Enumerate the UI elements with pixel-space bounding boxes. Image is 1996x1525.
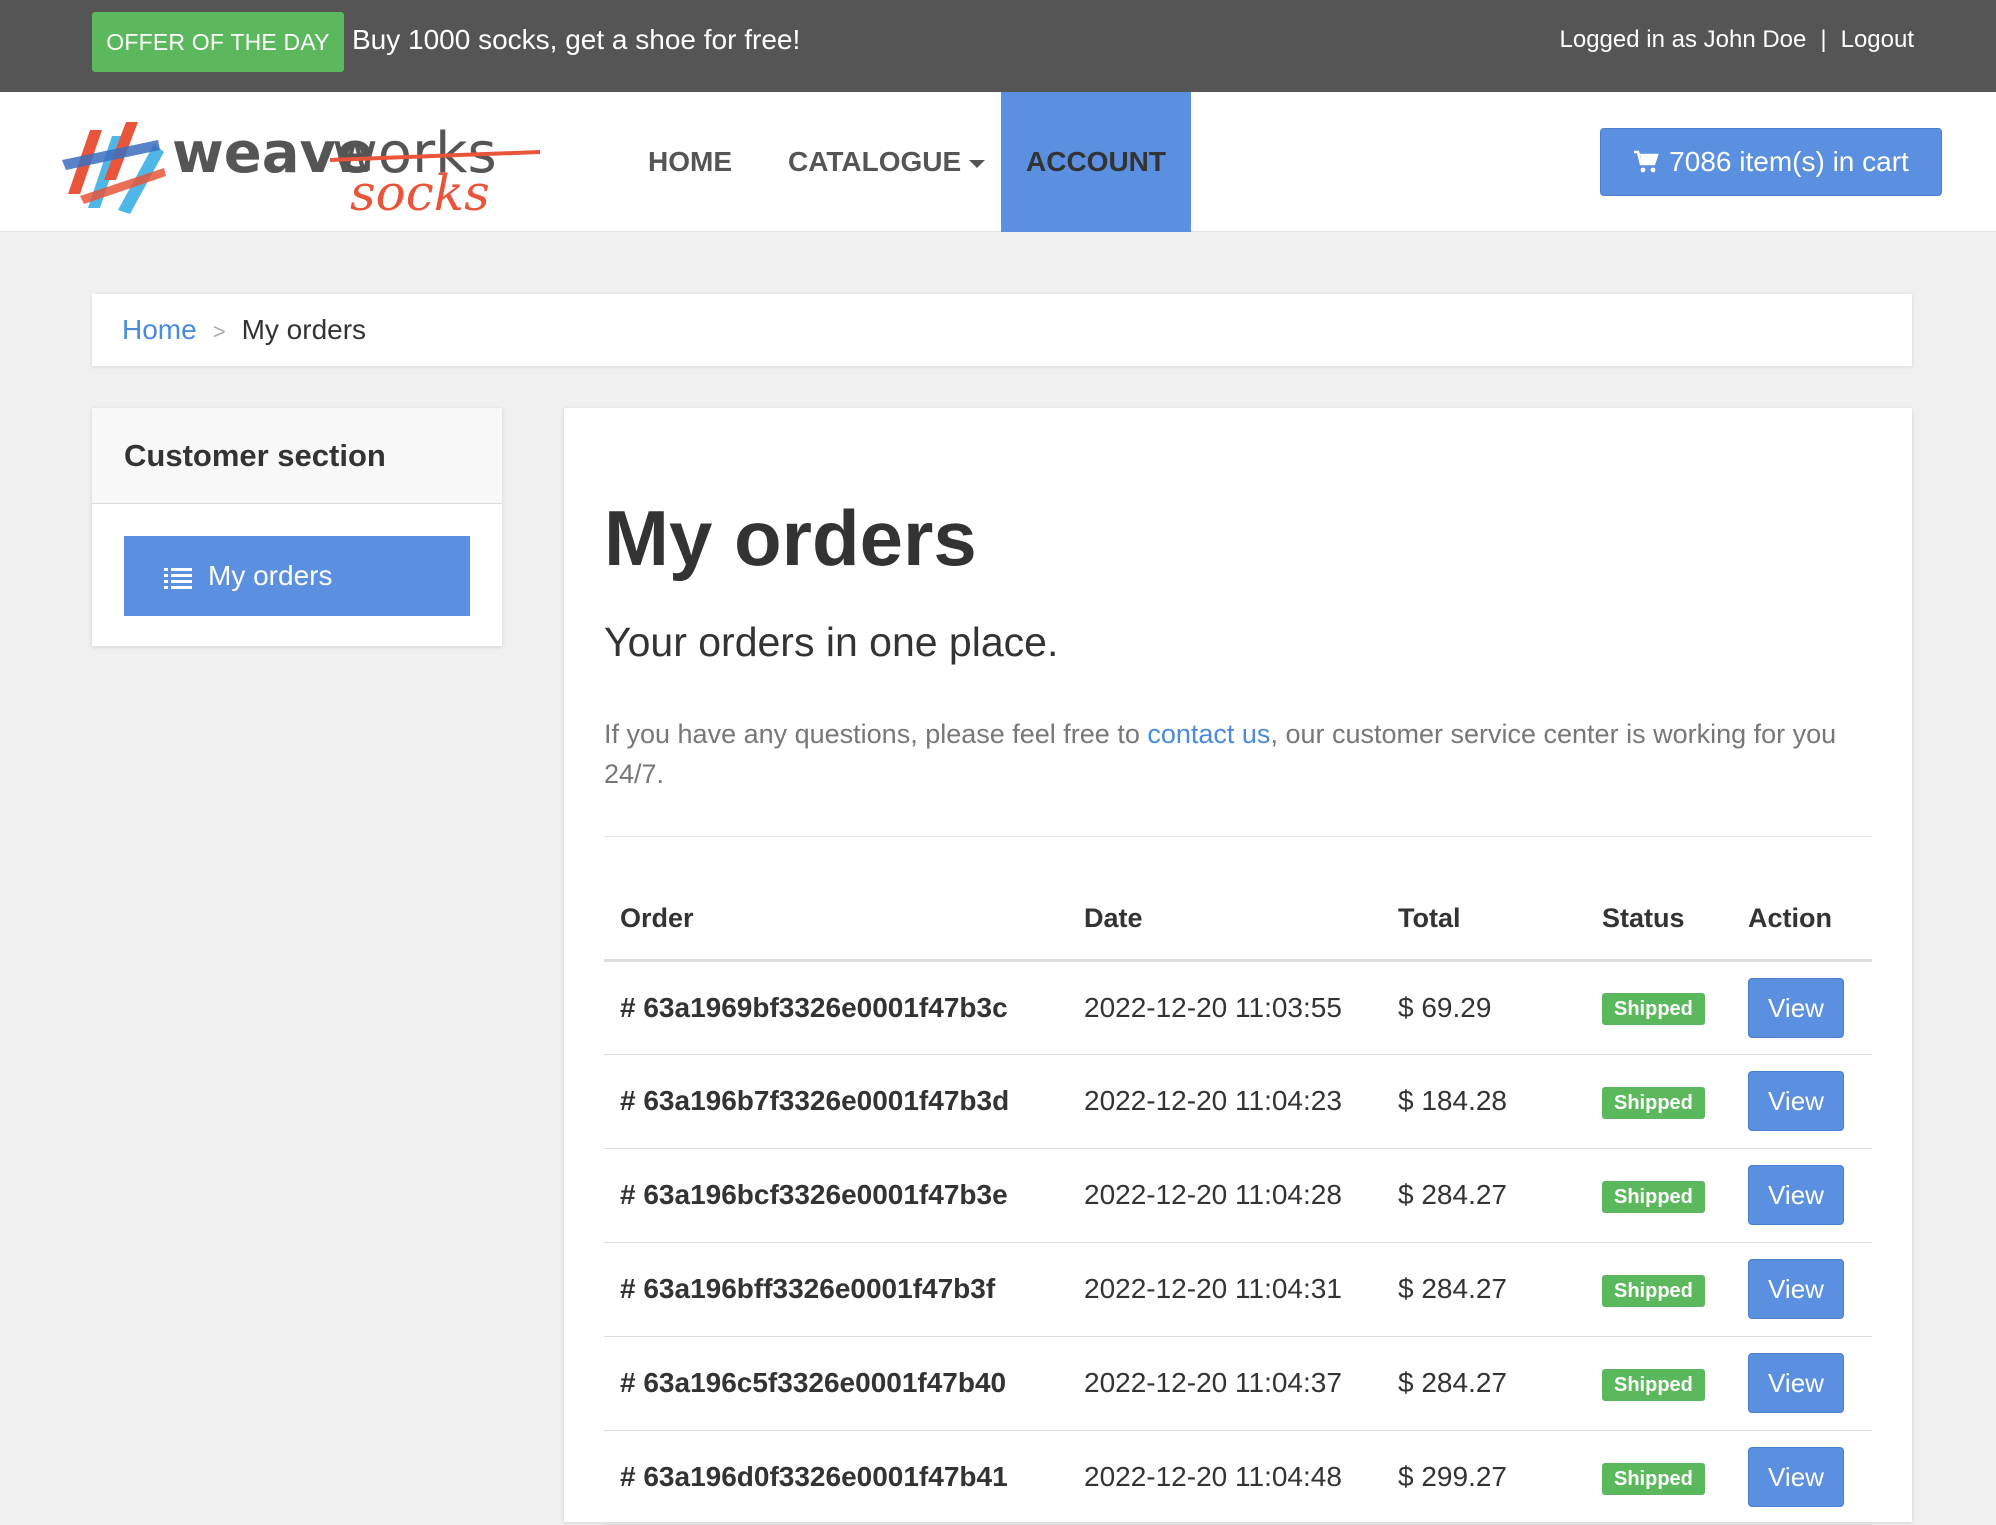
order-total: $ 284.27 (1382, 1242, 1586, 1337)
breadcrumb-current: My orders (241, 314, 367, 345)
info-text-before: If you have any questions, please feel f… (604, 719, 1148, 749)
order-date: 2022-12-20 11:04:37 (1068, 1336, 1382, 1431)
orders-table: Order Date Total Status Action # 63a1969… (604, 878, 1872, 1525)
cart-label: 7086 item(s) in cart (1669, 146, 1909, 177)
action-cell: View (1732, 1242, 1872, 1337)
status-badge: Shipped (1602, 1368, 1705, 1401)
orders-panel: My orders Your orders in one place. If y… (564, 408, 1912, 1525)
offer-text[interactable]: Buy 1000 socks, get a shoe for free! (352, 22, 800, 58)
page-lead: Your orders in one place. (604, 619, 1059, 665)
order-id: # 63a196bff3326e0001f47b3f (604, 1242, 1068, 1337)
nav-catalogue-label: CATALOGUE (788, 146, 962, 177)
status-cell: Shipped (1586, 1336, 1732, 1431)
nav-home[interactable]: HOME (648, 92, 732, 232)
status-cell: Shipped (1586, 1148, 1732, 1243)
order-id: # 63a196b7f3326e0001f47b3d (604, 1054, 1068, 1149)
order-date: 2022-12-20 11:04:31 (1068, 1242, 1382, 1337)
divider (604, 836, 1872, 837)
order-total: $ 284.27 (1382, 1148, 1586, 1243)
status-badge: Shipped (1602, 1086, 1705, 1119)
weaveworks-socks-logo[interactable]: weave works socks (60, 110, 541, 222)
status-cell: Shipped (1586, 1430, 1732, 1525)
nav-catalogue[interactable]: CATALOGUE (788, 92, 986, 232)
logout-link[interactable]: Logout (1841, 26, 1914, 53)
table-row: # 63a196d0f3326e0001f47b41 2022-12-20 11… (604, 1430, 1872, 1525)
order-total: $ 299.27 (1382, 1430, 1586, 1525)
view-order-button[interactable]: View (1748, 1165, 1844, 1225)
table-row: # 63a1969bf3326e0001f47b3c 2022-12-20 11… (604, 960, 1872, 1055)
header-order: Order (604, 878, 1068, 962)
logo-word-socks: socks (350, 164, 490, 214)
nav-account[interactable]: ACCOUNT (1001, 92, 1191, 232)
breadcrumb-separator: > (212, 319, 226, 344)
order-id: # 63a1969bf3326e0001f47b3c (604, 960, 1068, 1055)
view-order-button[interactable]: View (1748, 1353, 1844, 1413)
sidebar-item-my-orders[interactable]: My orders (124, 536, 470, 616)
view-order-button[interactable]: View (1748, 977, 1844, 1038)
action-cell: View (1732, 960, 1872, 1055)
action-cell: View (1732, 1430, 1872, 1525)
order-total: $ 284.27 (1382, 1336, 1586, 1431)
status-cell: Shipped (1586, 960, 1732, 1055)
status-badge: Shipped (1602, 1274, 1705, 1307)
table-row: # 63a196b7f3326e0001f47b3d 2022-12-20 11… (604, 1054, 1872, 1149)
page-title: My orders (604, 494, 977, 582)
table-row: # 63a196bff3326e0001f47b3f 2022-12-20 11… (604, 1242, 1872, 1337)
action-cell: View (1732, 1054, 1872, 1149)
status-badge: Shipped (1602, 993, 1705, 1025)
order-date: 2022-12-20 11:04:28 (1068, 1148, 1382, 1243)
sidebar-item-label: My orders (208, 560, 333, 591)
table-row: # 63a196c5f3326e0001f47b40 2022-12-20 11… (604, 1336, 1872, 1431)
order-date: 2022-12-20 11:04:23 (1068, 1054, 1382, 1149)
shopping-cart-icon (1634, 150, 1659, 173)
order-total: $ 69.29 (1382, 960, 1586, 1055)
order-total: $ 184.28 (1382, 1054, 1586, 1149)
action-cell: View (1732, 1148, 1872, 1243)
view-order-button[interactable]: View (1748, 1447, 1844, 1507)
header-date: Date (1068, 878, 1382, 962)
view-order-button[interactable]: View (1748, 1071, 1844, 1131)
list-icon (164, 568, 192, 589)
order-id: # 63a196c5f3326e0001f47b40 (604, 1336, 1068, 1431)
main-navbar: weave works socks HOME CATALOGUE ACCOUNT… (0, 92, 1996, 232)
breadcrumb-home[interactable]: Home (122, 314, 197, 345)
status-cell: Shipped (1586, 1242, 1732, 1337)
table-row: # 63a196bcf3326e0001f47b3e 2022-12-20 11… (604, 1148, 1872, 1243)
table-header-row: Order Date Total Status Action (604, 878, 1872, 962)
logged-in-label: Logged in as John Doe (1559, 26, 1807, 53)
chevron-down-icon (969, 159, 986, 168)
status-badge: Shipped (1602, 1180, 1705, 1213)
offer-of-the-day-badge[interactable]: OFFER OF THE DAY (92, 12, 344, 72)
order-id: # 63a196d0f3326e0001f47b41 (604, 1430, 1068, 1525)
breadcrumb: Home > My orders (92, 294, 1912, 366)
order-date: 2022-12-20 11:03:55 (1068, 960, 1382, 1055)
top-bar: OFFER OF THE DAY Buy 1000 socks, get a s… (0, 0, 1996, 92)
view-order-button[interactable]: View (1748, 1259, 1844, 1319)
customer-section-title: Customer section (92, 408, 502, 504)
order-date: 2022-12-20 11:04:48 (1068, 1430, 1382, 1525)
customer-section-panel: Customer section My orders (92, 408, 502, 646)
action-cell: View (1732, 1336, 1872, 1431)
order-id: # 63a196bcf3326e0001f47b3e (604, 1148, 1068, 1243)
status-cell: Shipped (1586, 1054, 1732, 1149)
separator: | (1820, 26, 1827, 53)
status-badge: Shipped (1602, 1462, 1705, 1495)
header-action: Action (1732, 878, 1872, 962)
cart-button[interactable]: 7086 item(s) in cart (1600, 128, 1942, 196)
header-status: Status (1586, 878, 1732, 962)
info-text: If you have any questions, please feel f… (604, 714, 1874, 794)
contact-us-link[interactable]: contact us (1147, 719, 1270, 749)
header-total: Total (1382, 878, 1586, 962)
user-links: Logged in as John Doe | Logout (1560, 24, 1915, 56)
